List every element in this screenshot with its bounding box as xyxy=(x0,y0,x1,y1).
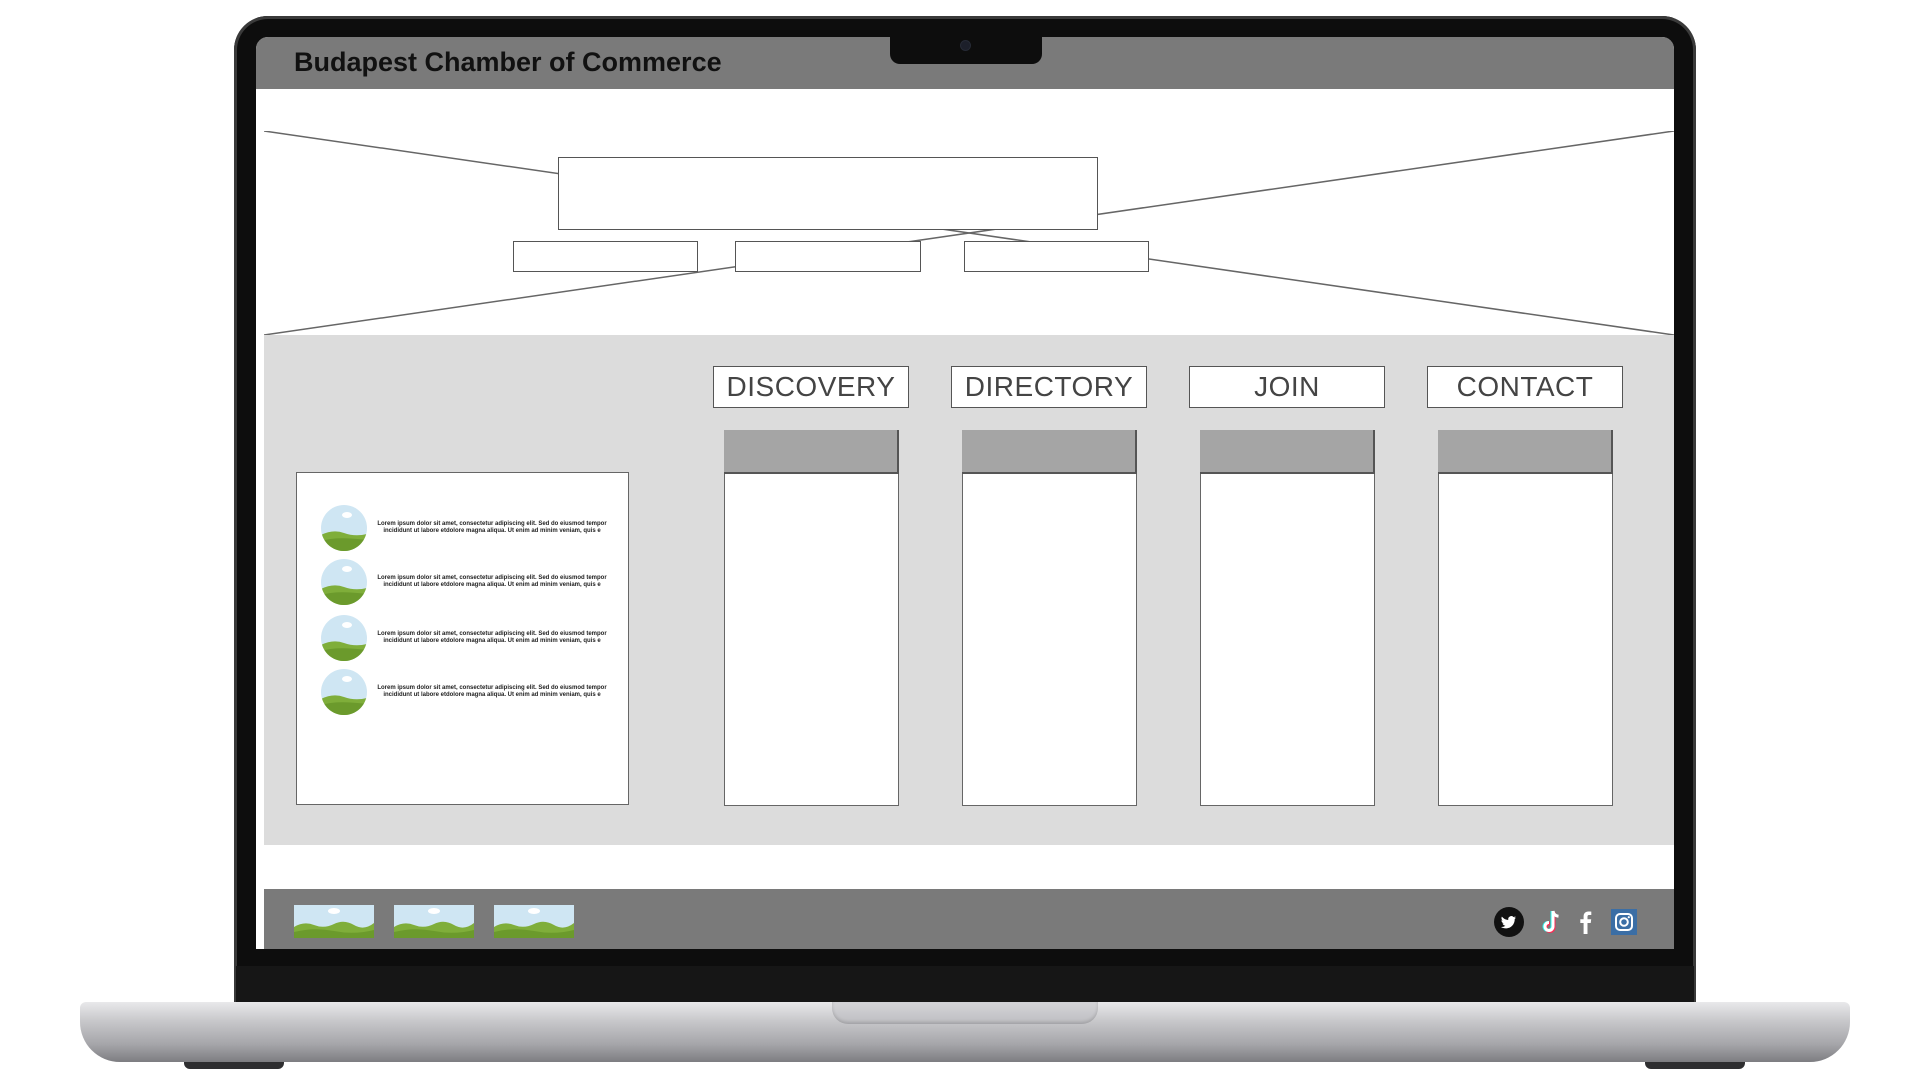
laptop-foot-left xyxy=(184,1062,284,1069)
landscape-image-icon xyxy=(321,505,367,551)
landscape-image-icon xyxy=(321,669,367,715)
column-header xyxy=(962,430,1137,474)
news-item[interactable]: Lorem ipsum dolor sit amet, consectetur … xyxy=(321,615,611,663)
nav-directory-button[interactable]: DIRECTORY xyxy=(951,366,1147,408)
hero-button-2[interactable] xyxy=(735,241,921,272)
news-item-text: Lorem ipsum dolor sit amet, consectetur … xyxy=(377,631,607,644)
footer-image-1[interactable] xyxy=(294,905,374,938)
nav-strip xyxy=(264,89,1674,132)
hero-button-1[interactable] xyxy=(513,241,698,272)
site-title: Budapest Chamber of Commerce xyxy=(294,47,722,77)
nav-contact-button[interactable]: CONTACT xyxy=(1427,366,1623,408)
laptop-opening-notch xyxy=(832,1002,1098,1024)
hero-headline-box xyxy=(558,157,1098,230)
column-header xyxy=(1200,430,1375,474)
landscape-image-icon xyxy=(321,559,367,605)
news-item[interactable]: Lorem ipsum dolor sit amet, consectetur … xyxy=(321,505,611,553)
hero-image-placeholder xyxy=(264,131,1674,336)
column-header xyxy=(724,430,899,474)
camera-icon xyxy=(961,41,970,50)
footer-strip xyxy=(264,845,1674,889)
facebook-icon[interactable] xyxy=(1571,907,1601,937)
footer-image-3[interactable] xyxy=(494,905,574,938)
tiktok-icon[interactable] xyxy=(1537,907,1567,937)
discovery-column xyxy=(724,430,899,806)
news-card: Lorem ipsum dolor sit amet, consectetur … xyxy=(296,472,629,805)
news-item-text: Lorem ipsum dolor sit amet, consectetur … xyxy=(377,575,607,588)
landscape-image-icon xyxy=(321,615,367,661)
news-item-text: Lorem ipsum dolor sit amet, consectetur … xyxy=(377,521,607,534)
footer-image-2[interactable] xyxy=(394,905,474,938)
laptop-bezel-chin xyxy=(236,966,1694,1004)
nav-join-button[interactable]: JOIN xyxy=(1189,366,1385,408)
column-header xyxy=(1438,430,1613,474)
twitter-icon[interactable] xyxy=(1494,907,1524,937)
directory-column xyxy=(962,430,1137,806)
news-item[interactable]: Lorem ipsum dolor sit amet, consectetur … xyxy=(321,559,611,607)
news-item[interactable]: Lorem ipsum dolor sit amet, consectetur … xyxy=(321,669,611,717)
laptop-foot-right xyxy=(1645,1062,1745,1069)
nav-discovery-button[interactable]: DISCOVERY xyxy=(713,366,909,408)
camera-notch xyxy=(890,30,1042,64)
join-column xyxy=(1200,430,1375,806)
contact-column xyxy=(1438,430,1613,806)
instagram-icon[interactable] xyxy=(1609,907,1639,937)
screen: Budapest Chamber of Commerce Lorem ipsum… xyxy=(256,37,1674,949)
news-item-text: Lorem ipsum dolor sit amet, consectetur … xyxy=(377,685,607,698)
site-footer xyxy=(264,889,1674,949)
hero-button-3[interactable] xyxy=(964,241,1149,272)
